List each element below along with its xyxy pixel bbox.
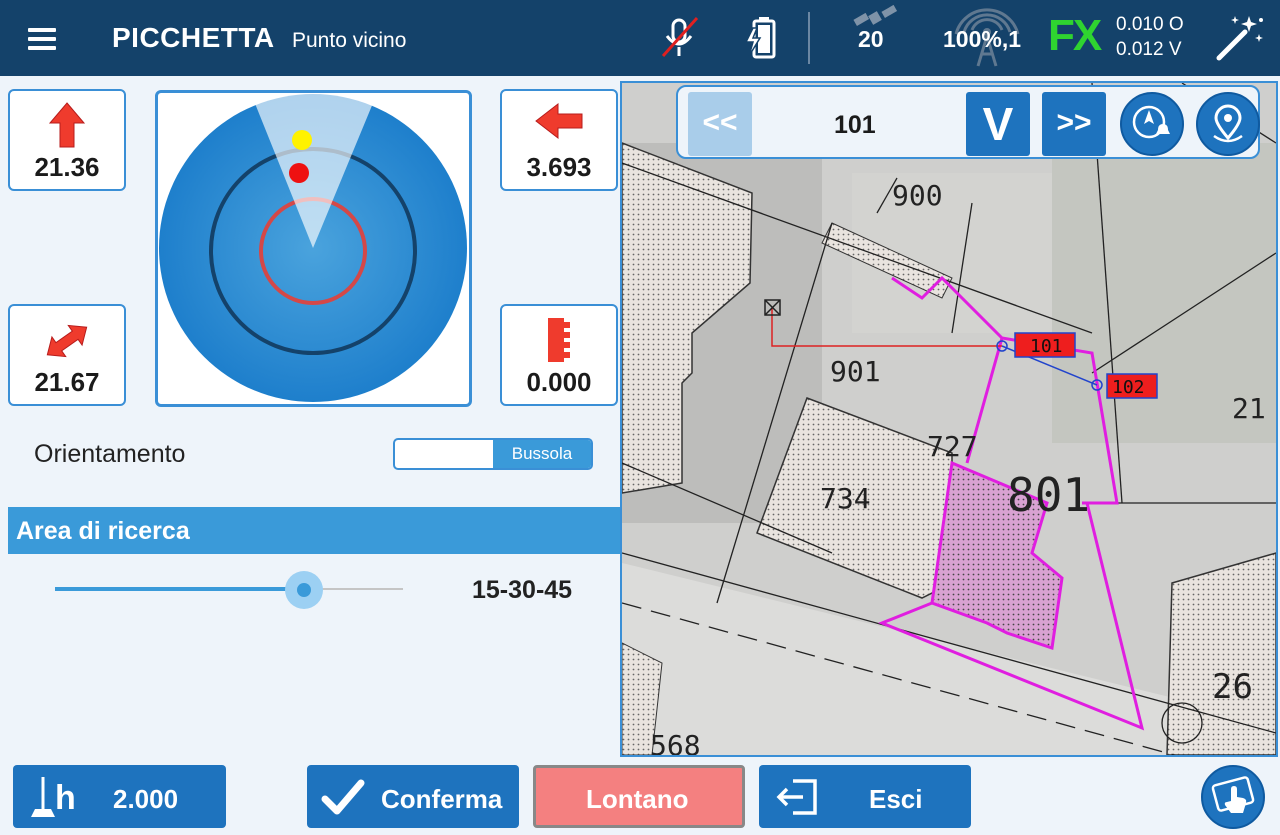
antenna-height-button[interactable]: h 2.000 xyxy=(13,765,226,828)
point-label-101: 101 xyxy=(1030,336,1063,357)
search-area-heading: Area di ricerca xyxy=(8,507,622,554)
svg-text:h: h xyxy=(55,779,76,817)
checkmark-icon xyxy=(321,779,365,815)
east-offset-box: 3.693 xyxy=(500,89,618,191)
toggle-compass-label: Bussola xyxy=(493,440,591,468)
north-offset-box: 21.36 xyxy=(8,89,126,191)
touch-mode-button[interactable] xyxy=(1201,765,1265,829)
radar-view xyxy=(155,90,472,407)
orientation-label: Orientamento xyxy=(34,440,186,468)
parcel-label: 727 xyxy=(927,430,978,463)
location-button[interactable] xyxy=(1196,92,1260,156)
current-point-number: 101 xyxy=(834,111,876,139)
top-bar: PICCHETTA Punto vicino 20 100%,1 FX 0.01… xyxy=(0,0,1280,76)
slider-fill xyxy=(55,587,303,591)
mic-off-icon[interactable] xyxy=(660,14,700,60)
view-button[interactable]: V xyxy=(966,92,1030,156)
touch-screen-icon xyxy=(1211,776,1255,813)
confirm-button[interactable]: Conferma xyxy=(307,765,519,828)
map-toolbar: << 101 V >> xyxy=(676,85,1260,159)
magic-wand-icon[interactable] xyxy=(1215,12,1265,62)
arrow-left-icon xyxy=(535,102,583,140)
precision-vertical: 0.012 V xyxy=(1116,39,1182,60)
slider-handle[interactable] xyxy=(297,583,311,597)
east-offset-value: 3.693 xyxy=(526,152,592,182)
point-label-102: 102 xyxy=(1112,377,1145,398)
separator xyxy=(808,12,810,64)
height-value: 0.000 xyxy=(526,367,592,397)
arrow-up-icon xyxy=(48,102,86,148)
page-subtitle: Punto vicino xyxy=(292,29,407,52)
compass-bell-button[interactable] xyxy=(1120,92,1184,156)
prev-point-button[interactable]: << xyxy=(688,92,752,156)
far-label: Lontano xyxy=(586,784,689,814)
exit-icon xyxy=(776,779,817,815)
orientation-toggle[interactable]: Bussola xyxy=(393,438,593,470)
battery-charging-icon xyxy=(745,17,776,59)
distance-value: 21.67 xyxy=(34,367,100,397)
confirm-label: Conferma xyxy=(381,784,503,814)
antenna-height-value: 2.000 xyxy=(113,784,179,814)
parcel-label: 21 xyxy=(1232,392,1266,425)
menu-icon[interactable] xyxy=(28,28,56,50)
parcel-label: 568 xyxy=(650,729,701,755)
cadastral-map: 101 102 900 901 727 734 801 21 26 568 xyxy=(622,83,1276,755)
search-area-value: 15-30-45 xyxy=(472,576,573,604)
compass-bell-icon xyxy=(1132,105,1170,139)
parcel-label: 901 xyxy=(830,355,881,388)
precision-horizontal: 0.010 O xyxy=(1116,14,1184,35)
next-point-button[interactable]: >> xyxy=(1042,92,1106,156)
exit-label: Esci xyxy=(869,784,923,814)
satellite-count: 20 xyxy=(858,26,884,52)
fix-status: FX xyxy=(1048,11,1102,60)
location-pin-icon xyxy=(1213,104,1243,143)
distance-box: 21.67 xyxy=(8,304,126,406)
far-button[interactable]: Lontano xyxy=(533,765,745,828)
exit-button[interactable]: Esci xyxy=(759,765,971,828)
parcel-label: 801 xyxy=(1007,468,1090,522)
parcel-label: 900 xyxy=(892,179,943,212)
height-box: 0.000 xyxy=(500,304,618,406)
battery-level: 100%,1 xyxy=(943,26,1022,52)
distance-arrow-icon xyxy=(46,324,88,358)
antenna-height-icon: h xyxy=(31,777,76,817)
parcel-label: 26 xyxy=(1212,667,1253,707)
parcel-label: 734 xyxy=(820,482,871,515)
radar-compass xyxy=(159,91,467,402)
ruler-icon xyxy=(548,318,570,362)
page-title: PICCHETTA xyxy=(112,22,275,53)
map-view[interactable]: 101 102 900 901 727 734 801 21 26 568 <<… xyxy=(620,81,1278,757)
north-offset-value: 21.36 xyxy=(34,152,100,182)
